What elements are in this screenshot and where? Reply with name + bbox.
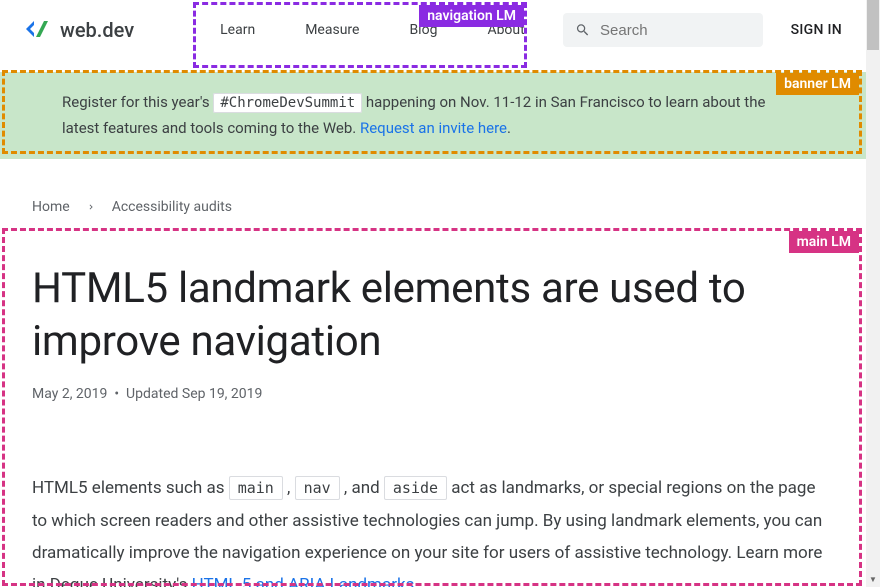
article-main: HTML5 landmark elements are used to impr…	[0, 215, 866, 587]
code-aside: aside	[384, 476, 447, 500]
breadcrumb-home[interactable]: Home	[32, 199, 70, 215]
promo-banner: Register for this year's #ChromeDevSummi…	[0, 72, 866, 159]
chevron-right-icon	[86, 202, 96, 212]
primary-nav: Learn Measure Blog About	[220, 22, 525, 38]
article-body: HTML5 elements such as main , nav , and …	[32, 472, 834, 587]
nav-about[interactable]: About	[487, 22, 524, 38]
vertical-scrollbar[interactable]: ▲ ▼	[866, 0, 880, 587]
banner-text-pre: Register for this year's	[62, 93, 213, 111]
site-header: web.dev Learn Measure Blog About SIGN IN	[0, 0, 866, 60]
banner-invite-link[interactable]: Request an invite here	[360, 119, 507, 137]
banner-text-post: .	[507, 119, 511, 137]
sign-in-button[interactable]: SIGN IN	[791, 22, 842, 38]
site-logo[interactable]: web.dev	[24, 18, 134, 42]
webdev-logo-icon	[24, 19, 52, 41]
updated-date: Sep 19, 2019	[182, 386, 263, 402]
article-meta: May 2, 2019 • Updated Sep 19, 2019	[32, 386, 834, 402]
updated-label: Updated	[126, 386, 182, 402]
search-icon	[575, 21, 590, 39]
published-date: May 2, 2019	[32, 386, 107, 402]
page-title: HTML5 landmark elements are used to impr…	[32, 263, 834, 368]
deque-link[interactable]: HTML 5 and ARIA Landmarks	[192, 575, 415, 587]
site-name: web.dev	[60, 18, 134, 42]
body-post: .	[414, 575, 418, 587]
code-nav: nav	[295, 476, 340, 500]
banner-hashtag: #ChromeDevSummit	[213, 93, 362, 113]
search-box[interactable]	[563, 13, 763, 47]
breadcrumb-current[interactable]: Accessibility audits	[112, 199, 232, 215]
code-main: main	[229, 476, 283, 500]
meta-separator: •	[114, 386, 119, 402]
scrollbar-down-icon[interactable]: ▼	[868, 575, 878, 585]
nav-learn[interactable]: Learn	[220, 22, 255, 38]
scrollbar-thumb[interactable]	[867, 0, 879, 50]
nav-measure[interactable]: Measure	[305, 22, 359, 38]
search-input[interactable]	[600, 22, 751, 39]
nav-blog[interactable]: Blog	[409, 22, 437, 38]
body-pre: HTML5 elements such as	[32, 478, 229, 498]
breadcrumb: Home Accessibility audits	[0, 159, 866, 215]
